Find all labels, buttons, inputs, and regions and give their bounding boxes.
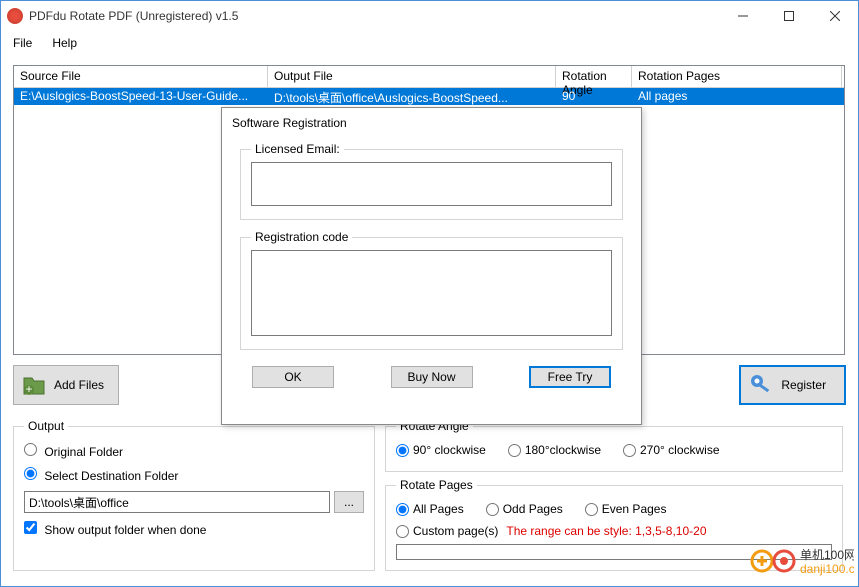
registration-code-input[interactable] xyxy=(251,250,612,336)
original-folder-label: Original Folder xyxy=(44,445,123,459)
licensed-email-group: Licensed Email: xyxy=(240,142,623,220)
odd-pages-label: Odd Pages xyxy=(503,502,563,516)
buy-now-button[interactable]: Buy Now xyxy=(391,366,473,388)
table-row[interactable]: E:\Auslogics-BoostSpeed-13-User-Guide...… xyxy=(14,88,844,105)
ok-button[interactable]: OK xyxy=(252,366,334,388)
add-files-label: Add Files xyxy=(54,378,104,392)
radio-90[interactable]: 90° clockwise xyxy=(396,443,486,457)
col-angle[interactable]: Rotation Angle xyxy=(556,66,632,87)
output-group: Output Original Folder Select Destinatio… xyxy=(13,419,375,571)
menubar: File Help xyxy=(1,31,858,55)
cell-output: D:\tools\桌面\office\Auslogics-BoostSpeed.… xyxy=(268,88,556,105)
dialog-title: Software Registration xyxy=(222,108,641,138)
opt90-label: 90° clockwise xyxy=(413,443,486,457)
rotate-angle-group: Rotate Angle 90° clockwise 180°clockwise… xyxy=(385,419,843,472)
output-path-input[interactable] xyxy=(24,491,330,513)
even-pages-label: Even Pages xyxy=(602,502,667,516)
radio-even-pages[interactable]: Even Pages xyxy=(585,502,667,516)
svg-text:danji100.com: danji100.com xyxy=(800,562,854,576)
licensed-email-input[interactable] xyxy=(251,162,612,206)
opt270-label: 270° clockwise xyxy=(640,443,720,457)
menu-file[interactable]: File xyxy=(13,36,32,50)
radio-270[interactable]: 270° clockwise xyxy=(623,443,720,457)
menu-help[interactable]: Help xyxy=(52,36,77,50)
add-files-button[interactable]: + Add Files xyxy=(13,365,119,405)
rotate-pages-legend: Rotate Pages xyxy=(396,478,477,492)
show-folder-label: Show output folder when done xyxy=(44,523,206,537)
folder-plus-icon: + xyxy=(20,371,48,399)
window-title: PDFdu Rotate PDF (Unregistered) v1.5 xyxy=(29,9,720,23)
all-pages-label: All Pages xyxy=(413,502,464,516)
col-pages[interactable]: Rotation Pages xyxy=(632,66,842,87)
col-source[interactable]: Source File xyxy=(14,66,268,87)
svg-text:+: + xyxy=(25,382,32,396)
free-try-button[interactable]: Free Try xyxy=(529,366,611,388)
registration-dialog: Software Registration Licensed Email: Re… xyxy=(221,107,642,425)
app-icon xyxy=(7,8,23,24)
custom-pages-label: Custom page(s) xyxy=(413,524,498,538)
select-dest-label: Select Destination Folder xyxy=(44,469,178,483)
key-icon xyxy=(747,371,775,399)
radio-180[interactable]: 180°clockwise xyxy=(508,443,601,457)
cell-source: E:\Auslogics-BoostSpeed-13-User-Guide... xyxy=(14,88,268,105)
svg-text:单机100网: 单机100网 xyxy=(800,548,854,562)
titlebar: PDFdu Rotate PDF (Unregistered) v1.5 xyxy=(1,1,858,31)
range-hint: The range can be style: 1,3,5-8,10-20 xyxy=(506,524,706,538)
register-label: Register xyxy=(781,378,826,392)
register-button[interactable]: Register xyxy=(739,365,846,405)
radio-custom-pages[interactable]: Custom page(s) xyxy=(396,524,498,538)
code-legend: Registration code xyxy=(251,230,352,244)
close-button[interactable] xyxy=(812,1,858,31)
watermark: 单机100网 danji100.com xyxy=(744,541,854,584)
output-legend: Output xyxy=(24,419,68,433)
cell-angle: 90 xyxy=(556,88,632,105)
table-header: Source File Output File Rotation Angle R… xyxy=(14,66,844,88)
registration-code-group: Registration code xyxy=(240,230,623,350)
radio-all-pages[interactable]: All Pages xyxy=(396,502,464,516)
browse-button[interactable]: ... xyxy=(334,491,364,513)
radio-select-destination[interactable]: Select Destination Folder xyxy=(24,467,178,483)
checkbox-show-folder[interactable]: Show output folder when done xyxy=(24,521,206,537)
minimize-button[interactable] xyxy=(720,1,766,31)
opt180-label: 180°clockwise xyxy=(525,443,601,457)
radio-odd-pages[interactable]: Odd Pages xyxy=(486,502,563,516)
email-legend: Licensed Email: xyxy=(251,142,344,156)
cell-pages: All pages xyxy=(632,88,842,105)
radio-original-folder[interactable]: Original Folder xyxy=(24,443,123,459)
maximize-button[interactable] xyxy=(766,1,812,31)
col-output[interactable]: Output File xyxy=(268,66,556,87)
